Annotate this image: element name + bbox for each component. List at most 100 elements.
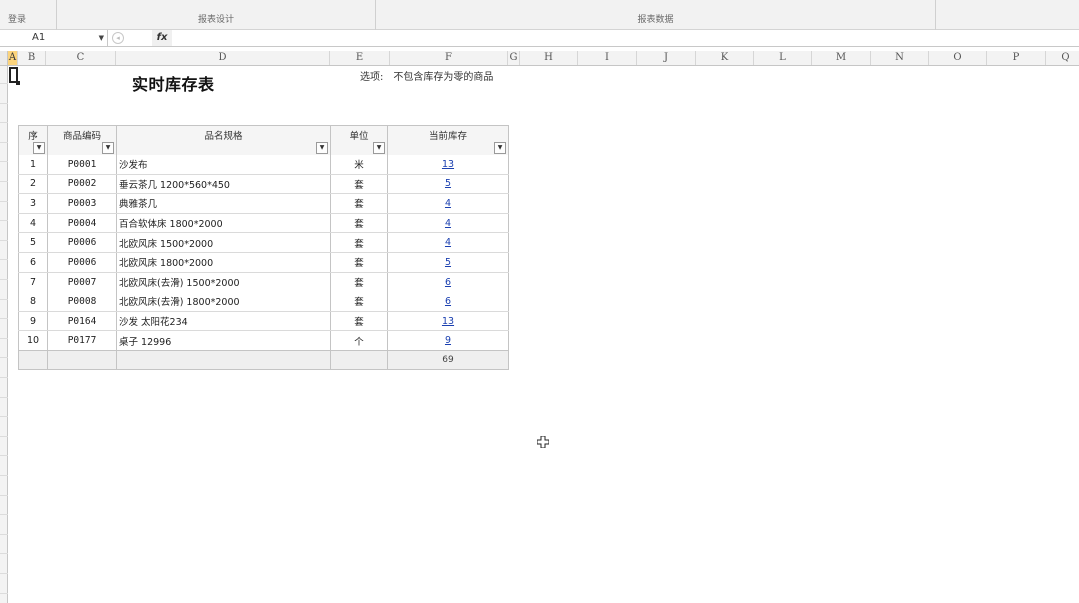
- row-divider: [0, 299, 8, 300]
- cell-code[interactable]: P0003: [47, 193, 117, 214]
- cell-name[interactable]: 百合软体床 1800*2000: [116, 213, 331, 234]
- column-header-c[interactable]: C: [46, 51, 116, 65]
- tab-report-data[interactable]: 报表数据: [376, 0, 936, 30]
- cell-idx[interactable]: 10: [18, 330, 48, 351]
- row-divider: [0, 357, 8, 358]
- cell-idx[interactable]: 2: [18, 174, 48, 195]
- qty-link[interactable]: 6: [445, 277, 451, 288]
- cell-code[interactable]: P0008: [47, 291, 117, 312]
- cell-code[interactable]: P0004: [47, 213, 117, 234]
- total-cell-empty[interactable]: [330, 349, 388, 370]
- header-code-label: 商品编码: [62, 131, 101, 142]
- cell-qty: 4: [387, 213, 509, 234]
- column-header-i[interactable]: I: [578, 51, 637, 65]
- chevron-down-icon[interactable]: ▼: [99, 30, 104, 46]
- column-header-l[interactable]: L: [754, 51, 812, 65]
- tab-report-data-label: 报表数据: [637, 15, 674, 25]
- column-header-m[interactable]: M: [812, 51, 871, 65]
- cell-name[interactable]: 北欧风床(去滑) 1500*2000: [116, 272, 331, 292]
- cell-unit[interactable]: 套: [330, 174, 388, 195]
- cell-idx[interactable]: 1: [18, 154, 48, 175]
- column-header-o[interactable]: O: [929, 51, 987, 65]
- cell-name[interactable]: 典雅茶几: [116, 193, 331, 214]
- tab-report-design[interactable]: 报表设计: [57, 0, 376, 30]
- cell-name[interactable]: 沙发 太阳花234: [116, 311, 331, 332]
- qty-link[interactable]: 4: [445, 198, 451, 209]
- cell-unit[interactable]: 套: [330, 291, 388, 312]
- cell-name[interactable]: 北欧风床 1500*2000: [116, 232, 331, 253]
- row-divider: [0, 436, 8, 437]
- column-header-a[interactable]: A: [8, 51, 18, 65]
- cell-code[interactable]: P0177: [47, 330, 117, 351]
- total-qty[interactable]: 69: [387, 349, 509, 370]
- total-cell-empty[interactable]: [47, 349, 117, 370]
- qty-link[interactable]: 13: [442, 159, 454, 170]
- cell-unit[interactable]: 套: [330, 232, 388, 253]
- cell-idx[interactable]: 8: [18, 291, 48, 312]
- cell-unit[interactable]: 个: [330, 330, 388, 351]
- cell-code[interactable]: P0006: [47, 252, 117, 273]
- qty-link[interactable]: 5: [445, 178, 451, 189]
- select-all-corner[interactable]: [0, 51, 8, 66]
- cell-unit[interactable]: 套: [330, 252, 388, 273]
- function-icon[interactable]: fx: [152, 30, 172, 46]
- filter-dropdown-icon[interactable]: ▼: [316, 141, 328, 154]
- column-header-n[interactable]: N: [871, 51, 929, 65]
- cell-unit[interactable]: 套: [330, 213, 388, 234]
- tab-login[interactable]: 登录: [0, 0, 57, 30]
- cell-idx[interactable]: 3: [18, 193, 48, 214]
- cell-code[interactable]: P0164: [47, 311, 117, 332]
- cell-code[interactable]: P0006: [47, 232, 117, 253]
- column-header-b[interactable]: B: [18, 51, 46, 65]
- qty-link[interactable]: 5: [445, 257, 451, 268]
- qty-link[interactable]: 4: [445, 218, 451, 229]
- column-header-d[interactable]: D: [116, 51, 330, 65]
- cell-name[interactable]: 北欧风床(去滑) 1800*2000: [116, 291, 331, 312]
- column-header-h[interactable]: H: [520, 51, 578, 65]
- qty-link[interactable]: 6: [445, 296, 451, 307]
- total-cell-empty[interactable]: [18, 349, 48, 370]
- filter-dropdown-icon[interactable]: ▼: [494, 141, 506, 154]
- cell-idx[interactable]: 7: [18, 272, 48, 292]
- qty-link[interactable]: 9: [445, 335, 451, 346]
- cell-idx[interactable]: 4: [18, 213, 48, 234]
- cell-idx[interactable]: 5: [18, 232, 48, 253]
- column-header-j[interactable]: J: [637, 51, 696, 65]
- filter-dropdown-icon[interactable]: ▼: [33, 141, 45, 154]
- cell-idx[interactable]: 9: [18, 311, 48, 332]
- cell-idx[interactable]: 6: [18, 252, 48, 273]
- column-header-f[interactable]: F: [390, 51, 508, 65]
- filter-dropdown-icon[interactable]: ▼: [102, 141, 114, 154]
- column-header-g[interactable]: G: [508, 51, 520, 65]
- column-header-q[interactable]: Q: [1046, 51, 1079, 65]
- move-cursor-icon: [537, 436, 549, 448]
- cell-code[interactable]: P0007: [47, 272, 117, 292]
- cell-unit[interactable]: 套: [330, 193, 388, 214]
- worksheet[interactable]: ABCDEFGHIJKLMNOPQ 实时库存表 选项: 不包含库存为零的商品 序 ▼…: [0, 47, 1079, 603]
- cell-code[interactable]: P0002: [47, 174, 117, 195]
- row-divider: [0, 181, 8, 182]
- cell-name[interactable]: 北欧风床 1800*2000: [116, 252, 331, 273]
- total-cell-empty[interactable]: [116, 349, 331, 370]
- qty-link[interactable]: 4: [445, 237, 451, 248]
- cell-name[interactable]: 垂云茶几 1200*560*450: [116, 174, 331, 195]
- row-divider: [0, 573, 8, 574]
- column-header-p[interactable]: P: [987, 51, 1046, 65]
- row-divider: [0, 593, 8, 594]
- active-cell[interactable]: [9, 67, 20, 85]
- cell-unit[interactable]: 套: [330, 272, 388, 292]
- cancel-icon[interactable]: ◂: [112, 32, 124, 44]
- header-qty: 当前库存 ▼: [387, 125, 509, 155]
- cell-name[interactable]: 沙发布: [116, 154, 331, 175]
- cell-name[interactable]: 桌子 12996: [116, 330, 331, 351]
- column-header-k[interactable]: K: [696, 51, 754, 65]
- qty-link[interactable]: 13: [442, 316, 454, 327]
- filter-dropdown-icon[interactable]: ▼: [373, 141, 385, 154]
- cell-qty: 6: [387, 272, 509, 292]
- cell-unit[interactable]: 米: [330, 154, 388, 175]
- cell-qty: 5: [387, 252, 509, 273]
- column-header-e[interactable]: E: [330, 51, 390, 65]
- cell-code[interactable]: P0001: [47, 154, 117, 175]
- name-box[interactable]: A1 ▼: [0, 30, 108, 46]
- cell-unit[interactable]: 套: [330, 311, 388, 332]
